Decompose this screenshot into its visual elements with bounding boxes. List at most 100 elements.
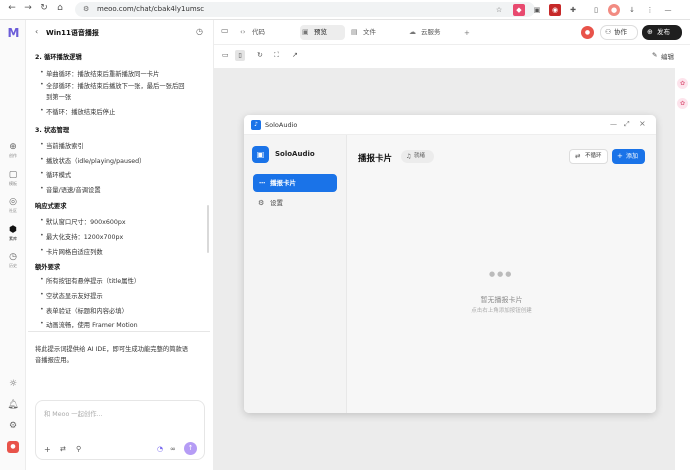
url-text: meoo.com/chat/cbak4ly1umsc: [97, 5, 205, 13]
external-link-icon[interactable]: ↗: [292, 51, 298, 59]
empty-state-hint: 点击右上角添加按钮创建: [471, 308, 532, 314]
list-item: 音量/语速/音调设置: [40, 185, 101, 194]
preview-icon: ▣: [302, 28, 309, 36]
status-badge: ♫ 就绪: [401, 150, 434, 163]
library-icon: ⬢: [9, 225, 17, 235]
message-footer: 将此提示词提供给 AI IDE，即可生成功能完整的简款语: [35, 346, 189, 353]
tab-preview[interactable]: ▣ 预览: [300, 25, 345, 40]
composer-input[interactable]: 和 Meoo 一起创作...: [44, 409, 103, 418]
browser-toolbar: ← → ↻ ⌂ ⚙ meoo.com/chat/cbak4ly1umsc ☆ ◆…: [0, 0, 690, 20]
sidepanel-icon[interactable]: ▯: [590, 4, 602, 16]
music-note-icon: ♫: [406, 153, 412, 160]
user-avatar[interactable]: ●: [581, 26, 594, 39]
list-item: 所有按钮有悬停提示（title属性）: [40, 276, 140, 285]
loop-mode-button[interactable]: ⇄ 不循环: [569, 149, 608, 164]
publish-button[interactable]: ⊕ 发布: [642, 25, 682, 40]
minimize-icon[interactable]: —: [662, 4, 674, 16]
left-rail: M ⊕ 创作 ▢ 模板 ◎ 社区 ⬢ 素库 ◷ 历史 ☼ 🔔︎ ⚙ ●: [0, 20, 26, 470]
plus-icon: +: [617, 152, 623, 160]
notifications-button[interactable]: 🔔︎: [0, 400, 26, 410]
rail-item-create[interactable]: ⊕ 创作: [0, 142, 26, 159]
collab-button[interactable]: ⚇ 协作: [600, 25, 638, 40]
edit-button[interactable]: ✎ 编辑: [652, 51, 674, 61]
list-item: 当前播放索引: [40, 141, 84, 150]
close-icon[interactable]: ×: [639, 119, 646, 128]
desktop-icon[interactable]: ▭: [222, 51, 229, 59]
preview-toolbar: ▭ ▯ ↻ ⛶ ↗ ✎ 编辑: [214, 45, 690, 68]
app-icon: ♪: [251, 120, 261, 130]
gear-icon: ⚙: [258, 199, 265, 207]
chat-panel: ‹ Win11语音播报 ◷ 2. 循环播放逻辑单曲循环：播放结束后重新播放同一卡…: [26, 20, 214, 470]
repeat-icon: ⇄: [575, 152, 581, 160]
list-item: 空状态显示友好提示: [40, 291, 103, 300]
app-main: 播报卡片 ♫ 就绪 ⇄ 不循环 + 添加 ●●● 暂无播报卡片 点击右上角添加按…: [347, 135, 656, 413]
infinity-icon[interactable]: ∞: [170, 445, 176, 453]
extension-icon[interactable]: ✿: [677, 78, 688, 89]
extension-icon[interactable]: ✿: [677, 98, 688, 109]
list-item: 不循环：播放结束后停止: [40, 107, 115, 116]
right-edge: ✿ ✿: [675, 68, 690, 470]
app-logo[interactable]: M: [6, 26, 21, 40]
add-card-button[interactable]: + 添加: [612, 149, 645, 164]
app-logo-icon: ▣: [252, 146, 269, 163]
rail-item-community[interactable]: ◎ 社区: [0, 197, 26, 214]
tools-icon[interactable]: ⚲: [76, 445, 81, 453]
add-tab-icon[interactable]: +: [464, 29, 470, 37]
code-icon: ‹›: [240, 28, 246, 36]
minimize-icon[interactable]: —: [610, 120, 617, 128]
window-title: SoloAudio: [265, 121, 298, 129]
list-item: 全部循环：播放结束后播放下一张，最后一张后回: [40, 81, 185, 90]
address-bar[interactable]: ⚙ meoo.com/chat/cbak4ly1umsc: [75, 2, 535, 17]
theme-toggle[interactable]: ☼: [0, 379, 26, 389]
rail-item-history[interactable]: ◷ 历史: [0, 252, 26, 269]
history-icon[interactable]: ◷: [196, 27, 203, 36]
rail-item-template[interactable]: ▢ 模板: [0, 170, 26, 187]
menu-icon[interactable]: ⋮: [644, 4, 656, 16]
maximize-icon[interactable]: ⤢: [624, 120, 630, 129]
send-button[interactable]: ↑: [184, 442, 197, 455]
app-window: ♪ SoloAudio — ⤢ × ▣ SoloAudio ⋯ 播报卡片 ⚙ 设…: [244, 115, 656, 413]
nav-item-cards[interactable]: ⋯ 播报卡片: [253, 174, 337, 192]
fullscreen-icon[interactable]: ⛶: [274, 51, 279, 60]
list-item: 表单验证（标题和内容必填）: [40, 306, 128, 315]
avatar[interactable]: ●: [608, 4, 620, 16]
community-icon: ◎: [9, 197, 17, 207]
star-icon[interactable]: ☆: [493, 4, 505, 16]
plus-circle-icon: ⊕: [9, 142, 17, 152]
download-icon[interactable]: ↓: [626, 4, 638, 16]
chat-composer[interactable]: 和 Meoo 一起创作... + ⇄ ⚲ ◔ ∞ ↑: [35, 400, 205, 460]
section-heading: 3. 状态管理: [35, 127, 70, 134]
tab-code[interactable]: ‹› 代码: [238, 25, 280, 40]
mobile-icon[interactable]: ▯: [235, 50, 245, 61]
user-avatar[interactable]: ●: [7, 441, 19, 453]
shuffle-icon[interactable]: ⇄: [60, 445, 66, 453]
refresh-icon[interactable]: ↻: [257, 51, 263, 59]
sun-icon: ☼: [8, 379, 18, 389]
nav-item-settings[interactable]: ⚙ 设置: [253, 194, 337, 212]
attach-icon[interactable]: +: [44, 445, 51, 454]
settings-button[interactable]: ⚙: [0, 421, 26, 431]
extension-icon[interactable]: ▣: [531, 4, 543, 16]
section-heading: 2. 循环播放逻辑: [35, 54, 82, 61]
extension-icon[interactable]: ◆: [513, 4, 525, 16]
list-item: 循环模式: [40, 170, 71, 179]
tab-files[interactable]: ▤ 文件: [349, 25, 389, 40]
section-heading: 额外要求: [35, 264, 61, 271]
tab-cloud[interactable]: ☁ 云服务: [407, 25, 457, 40]
extensions-puzzle-icon[interactable]: ✚: [567, 4, 579, 16]
list-item: 播放状态（idle/playing/paused）: [40, 156, 145, 165]
back-icon[interactable]: ←: [6, 3, 18, 13]
extension-icon[interactable]: ◉: [549, 4, 561, 16]
chevron-left-icon[interactable]: ‹: [35, 27, 38, 36]
site-info-icon[interactable]: ⚙: [83, 2, 89, 17]
home-icon[interactable]: ⌂: [54, 3, 66, 13]
scrollbar[interactable]: [207, 205, 209, 253]
reload-icon[interactable]: ↻: [38, 3, 50, 13]
dots-icon: ⋯: [259, 179, 266, 187]
divider: [28, 331, 210, 332]
forward-icon[interactable]: →: [22, 3, 34, 13]
file-icon: ▤: [351, 28, 358, 36]
app-sidebar: ▣ SoloAudio ⋯ 播报卡片 ⚙ 设置: [244, 135, 347, 413]
rail-item-library[interactable]: ⬢ 素库: [0, 225, 26, 242]
sidebar-toggle-icon[interactable]: ▭: [221, 26, 229, 35]
